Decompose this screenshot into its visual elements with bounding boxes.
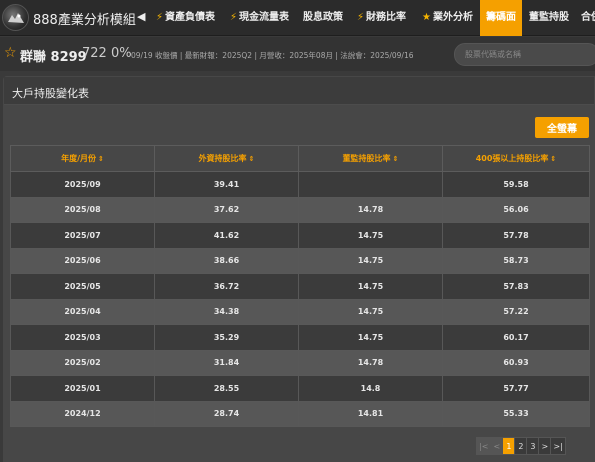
cell-foreign: 39.41 <box>154 171 299 198</box>
nav-item-director-holdings[interactable]: 董監持股 <box>529 0 569 36</box>
cell-400-lots: 57.22 <box>442 298 590 325</box>
favorite-star-icon[interactable]: ☆ <box>4 45 17 61</box>
cell-period: 2025/03 <box>10 324 155 351</box>
sort-icon: ⇕ <box>392 155 399 163</box>
cell-foreign: 31.84 <box>154 349 299 376</box>
nav-item-non-operating[interactable]: ★ 業外分析 <box>422 0 473 36</box>
cell-directors: 14.8 <box>298 375 443 402</box>
cell-period: 2025/09 <box>10 171 155 198</box>
bolt-icon: ⚡ <box>357 12 365 23</box>
table-row: 2025/01 28.55 14.8 57.77 <box>10 375 590 402</box>
pager-last-button[interactable]: >| <box>550 437 566 455</box>
cell-directors: 14.78 <box>298 196 443 223</box>
panel-title: 大戶持股變化表 <box>12 87 89 100</box>
cell-foreign: 34.38 <box>154 298 299 325</box>
search-input[interactable] <box>454 43 595 66</box>
cell-foreign: 37.62 <box>154 196 299 223</box>
table-row: 2025/05 36.72 14.75 57.83 <box>10 273 590 300</box>
fullscreen-button[interactable]: 全螢幕 <box>535 117 589 138</box>
cell-period: 2025/01 <box>10 375 155 402</box>
cell-period: 2024/12 <box>10 400 155 427</box>
cell-400-lots: 57.83 <box>442 273 590 300</box>
holdings-table: 年度/月份 ⇕ 外資持股比率 ⇕ 董監持股比率 ⇕ 400張以上持股比率 ⇕ 2025/… <box>10 145 590 427</box>
top-nav: 888產業分析模組 ◀ ⚡ 資產負債表 ⚡ 現金流量表 股息政策 ⚡ 財務比率 ★ 業外… <box>0 0 595 36</box>
cell-period: 2025/05 <box>10 273 155 300</box>
col-header-directors[interactable]: 董監持股比率 ⇕ <box>298 145 443 172</box>
cell-directors: 14.81 <box>298 400 443 427</box>
table-row: 2025/08 37.62 14.78 56.06 <box>10 196 590 223</box>
cell-foreign: 41.62 <box>154 222 299 249</box>
nav-item-consolidated[interactable]: 合併 <box>581 0 595 36</box>
cell-period: 2025/04 <box>10 298 155 325</box>
cell-foreign: 28.55 <box>154 375 299 402</box>
stock-change: 0% <box>110 46 132 61</box>
nav-item-chips[interactable]: 籌碼面 <box>480 0 522 36</box>
cell-400-lots: 60.17 <box>442 324 590 351</box>
nav-scroll-left-icon[interactable]: ◀ <box>137 10 145 23</box>
star-icon: ★ <box>422 12 431 23</box>
nav-item-dividend-policy[interactable]: 股息政策 <box>303 0 343 36</box>
cell-400-lots: 59.58 <box>442 171 590 198</box>
table-row: 2025/06 38.66 14.75 58.73 <box>10 247 590 274</box>
cell-400-lots: 55.33 <box>442 400 590 427</box>
nav-item-financial-ratios[interactable]: ⚡ 財務比率 <box>357 0 406 36</box>
cell-foreign: 36.72 <box>154 273 299 300</box>
cell-foreign: 28.74 <box>154 400 299 427</box>
logo-icon[interactable] <box>2 4 29 31</box>
cell-400-lots: 57.78 <box>442 222 590 249</box>
col-header-400-lots[interactable]: 400張以上持股比率 ⇕ <box>442 145 590 172</box>
cell-directors: 14.75 <box>298 324 443 351</box>
table-row: 2024/12 28.74 14.81 55.33 <box>10 400 590 427</box>
col-header-period[interactable]: 年度/月份 ⇕ <box>10 145 155 172</box>
table-row: 2025/03 35.29 14.75 60.17 <box>10 324 590 351</box>
cell-directors: 14.75 <box>298 247 443 274</box>
sort-icon: ⇕ <box>248 155 255 163</box>
col-header-foreign[interactable]: 外資持股比率 ⇕ <box>154 145 299 172</box>
table-row: 2025/07 41.62 14.75 57.78 <box>10 222 590 249</box>
stock-name: 群聯 8299 <box>20 50 87 65</box>
pager-first-button[interactable]: |< <box>476 437 492 455</box>
sort-icon: ⇕ <box>550 155 557 163</box>
nav-item-cash-flow[interactable]: ⚡ 現金流量表 <box>230 0 289 36</box>
stock-meta: 09/19 收盤價 | 最新財報：2025Q2 | 月營收：2025年08月 |… <box>131 51 414 60</box>
stock-price: 722 0% <box>82 46 132 61</box>
table-header-row: 年度/月份 ⇕ 外資持股比率 ⇕ 董監持股比率 ⇕ 400張以上持股比率 ⇕ <box>10 145 590 172</box>
cell-400-lots: 57.77 <box>442 375 590 402</box>
sort-icon: ⇕ <box>98 155 104 163</box>
cell-directors: 14.75 <box>298 273 443 300</box>
cell-period: 2025/06 <box>10 247 155 274</box>
table-row: 2025/02 31.84 14.78 60.93 <box>10 349 590 376</box>
cell-directors <box>298 171 443 198</box>
cell-foreign: 38.66 <box>154 247 299 274</box>
cell-period: 2025/08 <box>10 196 155 223</box>
cell-directors: 14.75 <box>298 298 443 325</box>
app-brand[interactable]: 888產業分析模組 <box>33 9 136 28</box>
cell-400-lots: 56.06 <box>442 196 590 223</box>
cell-foreign: 35.29 <box>154 324 299 351</box>
cell-400-lots: 60.93 <box>442 349 590 376</box>
cell-directors: 14.78 <box>298 349 443 376</box>
cell-directors: 14.75 <box>298 222 443 249</box>
stock-header: ☆ 群聯 8299 722 0% 09/19 收盤價 | 最新財報：2025Q2… <box>0 37 595 71</box>
table-row: 2025/09 39.41 59.58 <box>10 171 590 198</box>
cell-period: 2025/07 <box>10 222 155 249</box>
pagination: |< < 1 2 3 > >| <box>476 437 566 455</box>
bolt-icon: ⚡ <box>156 12 164 23</box>
cell-400-lots: 58.73 <box>442 247 590 274</box>
cell-period: 2025/02 <box>10 349 155 376</box>
bolt-icon: ⚡ <box>230 12 238 23</box>
table-row: 2025/04 34.38 14.75 57.22 <box>10 298 590 325</box>
panel-header: 大戶持股變化表 <box>4 77 594 105</box>
nav-item-balance-sheet[interactable]: ⚡ 資產負債表 <box>156 0 215 36</box>
